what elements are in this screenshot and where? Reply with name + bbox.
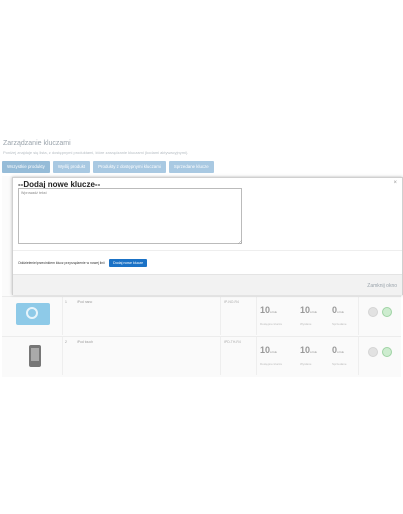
close-window-link[interactable]: Zamknij okno <box>367 283 397 289</box>
stat-available-keys: 10sztuk <box>260 305 277 315</box>
stat-label: Wysłane <box>300 362 312 366</box>
modal-hint: Oddzielenie/przecinkiem klucz przyrządze… <box>18 261 105 265</box>
column-divider <box>220 337 221 375</box>
stat-sold: 0sztuk <box>332 345 344 355</box>
stat-label: Dostępne klucze <box>260 362 283 366</box>
add-keys-icon[interactable] <box>382 347 392 357</box>
edit-icon[interactable] <box>368 347 378 357</box>
column-divider <box>256 297 257 335</box>
page: Zarządzanie kluczami Poniżej znajduje si… <box>0 0 403 514</box>
product-code: IP-NO-R4 <box>224 300 239 304</box>
stat-unit: sztuk <box>310 310 318 314</box>
stat-label: Dostępne klucze <box>260 322 283 326</box>
product-code: IPD-TH-R4 <box>224 340 241 344</box>
add-keys-button[interactable]: Dodaj nowe klucze <box>109 259 148 267</box>
stat-unit: sztuk <box>310 350 318 354</box>
tab-sold-keys[interactable]: Sprzedane klucze <box>168 161 214 173</box>
tab-all-products[interactable]: Wszystkie produkty <box>2 161 50 173</box>
stat-unit: sztuk <box>337 310 345 314</box>
tab-products-with-keys[interactable]: Produkty z dostępnymi kluczami <box>93 161 166 173</box>
keys-textarea[interactable] <box>18 188 242 244</box>
stat-value: 10 <box>260 345 271 355</box>
phone-image <box>29 345 41 367</box>
product-number: 2 <box>65 340 67 344</box>
stat-value: 10 <box>300 305 311 315</box>
column-divider <box>256 337 257 375</box>
stat-unit: sztuk <box>337 350 345 354</box>
edit-icon[interactable] <box>368 307 378 317</box>
column-divider <box>358 297 359 335</box>
ipod-image <box>16 303 50 325</box>
table-row: 2 iPod touch IPD-TH-R4 10sztuk Dostępne … <box>2 336 401 377</box>
stat-sold: 0sztuk <box>332 305 344 315</box>
stat-value: 10 <box>300 345 311 355</box>
product-image-cell <box>2 297 63 335</box>
close-icon[interactable]: × <box>393 180 397 186</box>
stat-label: Wysłane <box>300 322 312 326</box>
product-number: 1 <box>65 300 67 304</box>
stat-label: Sprzedane <box>332 322 347 326</box>
stat-label: Sprzedane <box>332 362 347 366</box>
stat-sent: 10sztuk <box>300 345 317 355</box>
resize-handle-icon[interactable] <box>238 240 242 244</box>
stat-available-keys: 10sztuk <box>260 345 277 355</box>
stat-unit: sztuk <box>270 350 278 354</box>
add-keys-icon[interactable] <box>382 307 392 317</box>
tab-bar: Wszystkie produkty Wyślij produkt Produk… <box>2 161 214 173</box>
stat-value: 10 <box>260 305 271 315</box>
add-keys-modal: --Dodaj nowe klucze-- × Oddzielenie/prze… <box>12 177 403 295</box>
product-image-cell <box>2 337 63 375</box>
table-row: 1 iPod nano IP-NO-R4 10sztuk Dostępne kl… <box>2 296 401 337</box>
tab-send-product[interactable]: Wyślij produkt <box>52 161 91 173</box>
page-title: Zarządzanie kluczami <box>3 140 71 147</box>
column-divider <box>220 297 221 335</box>
column-divider <box>358 337 359 375</box>
page-subtitle: Poniżej znajduje się lista, z dostępnymi… <box>3 150 189 155</box>
product-name[interactable]: iPod nano <box>77 300 92 304</box>
modal-footer: Zamknij okno <box>13 274 402 295</box>
divider <box>13 250 402 251</box>
stat-sent: 10sztuk <box>300 305 317 315</box>
product-name[interactable]: iPod touch <box>77 340 93 344</box>
stat-unit: sztuk <box>270 310 278 314</box>
